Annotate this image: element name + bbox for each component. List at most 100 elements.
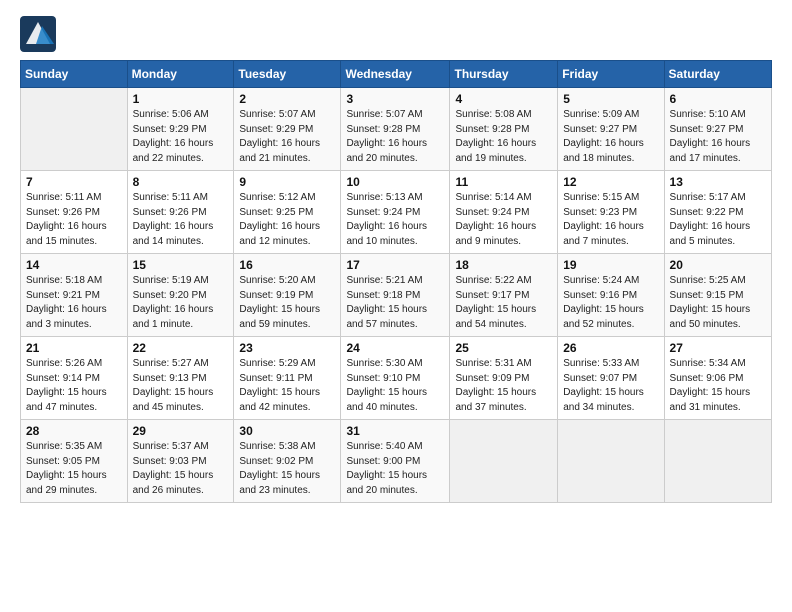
calendar-cell bbox=[21, 88, 128, 171]
day-number: 4 bbox=[455, 92, 552, 106]
calendar-week-row: 7 Sunrise: 5:11 AM Sunset: 9:26 PM Daylig… bbox=[21, 171, 772, 254]
calendar-cell: 26 Sunrise: 5:33 AM Sunset: 9:07 PM Dayli… bbox=[558, 337, 664, 420]
calendar-week-row: 21 Sunrise: 5:26 AM Sunset: 9:14 PM Dayli… bbox=[21, 337, 772, 420]
cell-info: Sunrise: 5:21 AM Sunset: 9:18 PM Dayligh… bbox=[346, 274, 444, 332]
cell-info: Sunrise: 5:37 AM Sunset: 9:03 PM Dayligh… bbox=[133, 440, 229, 498]
calendar-cell: 7 Sunrise: 5:11 AM Sunset: 9:26 PM Daylig… bbox=[21, 171, 128, 254]
weekday-header-tuesday: Tuesday bbox=[234, 61, 341, 88]
calendar-cell: 14 Sunrise: 5:18 AM Sunset: 9:21 PM Dayli… bbox=[21, 254, 128, 337]
weekday-header-friday: Friday bbox=[558, 61, 664, 88]
calendar-cell bbox=[450, 420, 558, 503]
day-number: 26 bbox=[563, 341, 658, 355]
cell-info: Sunrise: 5:10 AM Sunset: 9:27 PM Dayligh… bbox=[670, 108, 766, 166]
calendar-cell: 24Sunrise: 5:30 AM Sunset: 9:10 PM Dayli… bbox=[341, 337, 450, 420]
cell-info: Sunrise: 5:11 AM Sunset: 9:26 PM Dayligh… bbox=[133, 191, 229, 249]
day-number: 16 bbox=[239, 258, 335, 272]
day-number: 3 bbox=[346, 92, 444, 106]
calendar-cell bbox=[558, 420, 664, 503]
day-number: 2 bbox=[239, 92, 335, 106]
cell-info: Sunrise: 5:24 AM Sunset: 9:16 PM Dayligh… bbox=[563, 274, 658, 332]
weekday-header-wednesday: Wednesday bbox=[341, 61, 450, 88]
calendar-cell: 13 Sunrise: 5:17 AM Sunset: 9:22 PM Dayli… bbox=[664, 171, 771, 254]
calendar-cell: 28 Sunrise: 5:35 AM Sunset: 9:05 PM Dayli… bbox=[21, 420, 128, 503]
cell-info: Sunrise: 5:34 AM Sunset: 9:06 PM Dayligh… bbox=[670, 357, 766, 415]
day-number: 10 bbox=[346, 175, 444, 189]
calendar-week-row: 14 Sunrise: 5:18 AM Sunset: 9:21 PM Dayli… bbox=[21, 254, 772, 337]
day-number: 18 bbox=[455, 258, 552, 272]
day-number: 28 bbox=[26, 424, 122, 438]
day-number: 23 bbox=[239, 341, 335, 355]
calendar-cell: 21 Sunrise: 5:26 AM Sunset: 9:14 PM Dayli… bbox=[21, 337, 128, 420]
calendar-cell: 11 Sunrise: 5:14 AM Sunset: 9:24 PM Dayli… bbox=[450, 171, 558, 254]
calendar-cell: 4 Sunrise: 5:08 AM Sunset: 9:28 PM Daylig… bbox=[450, 88, 558, 171]
cell-info: Sunrise: 5:18 AM Sunset: 9:21 PM Dayligh… bbox=[26, 274, 122, 332]
calendar-cell: 17 Sunrise: 5:21 AM Sunset: 9:18 PM Dayli… bbox=[341, 254, 450, 337]
calendar-cell: 29 Sunrise: 5:37 AM Sunset: 9:03 PM Dayli… bbox=[127, 420, 234, 503]
day-number: 6 bbox=[670, 92, 766, 106]
day-number: 29 bbox=[133, 424, 229, 438]
day-number: 15 bbox=[133, 258, 229, 272]
cell-info: Sunrise: 5:13 AM Sunset: 9:24 PM Dayligh… bbox=[346, 191, 444, 249]
day-number: 7 bbox=[26, 175, 122, 189]
calendar-week-row: 1 Sunrise: 5:06 AM Sunset: 9:29 PM Daylig… bbox=[21, 88, 772, 171]
day-number: 30 bbox=[239, 424, 335, 438]
cell-info: Sunrise: 5:25 AM Sunset: 9:15 PM Dayligh… bbox=[670, 274, 766, 332]
calendar-cell: 19 Sunrise: 5:24 AM Sunset: 9:16 PM Dayli… bbox=[558, 254, 664, 337]
calendar-cell: 3 Sunrise: 5:07 AM Sunset: 9:28 PM Daylig… bbox=[341, 88, 450, 171]
cell-info: Sunrise: 5:35 AM Sunset: 9:05 PM Dayligh… bbox=[26, 440, 122, 498]
cell-info: Sunrise: 5:07 AM Sunset: 9:28 PM Dayligh… bbox=[346, 108, 444, 166]
cell-info: Sunrise: 5:31 AM Sunset: 9:09 PM Dayligh… bbox=[455, 357, 552, 415]
header bbox=[20, 16, 772, 52]
day-number: 1 bbox=[133, 92, 229, 106]
cell-info: Sunrise: 5:22 AM Sunset: 9:17 PM Dayligh… bbox=[455, 274, 552, 332]
calendar-cell: 30 Sunrise: 5:38 AM Sunset: 9:02 PM Dayli… bbox=[234, 420, 341, 503]
day-number: 25 bbox=[455, 341, 552, 355]
cell-info: Sunrise: 5:09 AM Sunset: 9:27 PM Dayligh… bbox=[563, 108, 658, 166]
calendar-table: SundayMondayTuesdayWednesdayThursdayFrid… bbox=[20, 60, 772, 503]
day-number: 17 bbox=[346, 258, 444, 272]
logo-icon bbox=[20, 16, 56, 52]
day-number: 14 bbox=[26, 258, 122, 272]
weekday-header-saturday: Saturday bbox=[664, 61, 771, 88]
cell-info: Sunrise: 5:26 AM Sunset: 9:14 PM Dayligh… bbox=[26, 357, 122, 415]
calendar-cell: 18 Sunrise: 5:22 AM Sunset: 9:17 PM Dayli… bbox=[450, 254, 558, 337]
calendar-cell: 20 Sunrise: 5:25 AM Sunset: 9:15 PM Dayli… bbox=[664, 254, 771, 337]
cell-info: Sunrise: 5:38 AM Sunset: 9:02 PM Dayligh… bbox=[239, 440, 335, 498]
calendar-cell: 12Sunrise: 5:15 AM Sunset: 9:23 PM Dayli… bbox=[558, 171, 664, 254]
calendar-cell: 16Sunrise: 5:20 AM Sunset: 9:19 PM Dayli… bbox=[234, 254, 341, 337]
calendar-week-row: 28 Sunrise: 5:35 AM Sunset: 9:05 PM Dayli… bbox=[21, 420, 772, 503]
calendar-cell: 10 Sunrise: 5:13 AM Sunset: 9:24 PM Dayli… bbox=[341, 171, 450, 254]
day-number: 20 bbox=[670, 258, 766, 272]
cell-info: Sunrise: 5:33 AM Sunset: 9:07 PM Dayligh… bbox=[563, 357, 658, 415]
calendar-cell: 6 Sunrise: 5:10 AM Sunset: 9:27 PM Daylig… bbox=[664, 88, 771, 171]
day-number: 11 bbox=[455, 175, 552, 189]
cell-info: Sunrise: 5:08 AM Sunset: 9:28 PM Dayligh… bbox=[455, 108, 552, 166]
day-number: 22 bbox=[133, 341, 229, 355]
cell-info: Sunrise: 5:12 AM Sunset: 9:25 PM Dayligh… bbox=[239, 191, 335, 249]
calendar-cell: 27 Sunrise: 5:34 AM Sunset: 9:06 PM Dayli… bbox=[664, 337, 771, 420]
calendar-cell: 31 Sunrise: 5:40 AM Sunset: 9:00 PM Dayli… bbox=[341, 420, 450, 503]
cell-info: Sunrise: 5:07 AM Sunset: 9:29 PM Dayligh… bbox=[239, 108, 335, 166]
cell-info: Sunrise: 5:27 AM Sunset: 9:13 PM Dayligh… bbox=[133, 357, 229, 415]
day-number: 9 bbox=[239, 175, 335, 189]
day-number: 19 bbox=[563, 258, 658, 272]
calendar-cell: 25 Sunrise: 5:31 AM Sunset: 9:09 PM Dayli… bbox=[450, 337, 558, 420]
cell-info: Sunrise: 5:19 AM Sunset: 9:20 PM Dayligh… bbox=[133, 274, 229, 332]
calendar-cell: 5 Sunrise: 5:09 AM Sunset: 9:27 PM Daylig… bbox=[558, 88, 664, 171]
calendar-cell: 15 Sunrise: 5:19 AM Sunset: 9:20 PM Dayli… bbox=[127, 254, 234, 337]
cell-info: Sunrise: 5:11 AM Sunset: 9:26 PM Dayligh… bbox=[26, 191, 122, 249]
cell-info: Sunrise: 5:17 AM Sunset: 9:22 PM Dayligh… bbox=[670, 191, 766, 249]
cell-info: Sunrise: 5:15 AM Sunset: 9:23 PM Dayligh… bbox=[563, 191, 658, 249]
calendar-header-row: SundayMondayTuesdayWednesdayThursdayFrid… bbox=[21, 61, 772, 88]
cell-info: Sunrise: 5:06 AM Sunset: 9:29 PM Dayligh… bbox=[133, 108, 229, 166]
day-number: 27 bbox=[670, 341, 766, 355]
cell-info: Sunrise: 5:40 AM Sunset: 9:00 PM Dayligh… bbox=[346, 440, 444, 498]
calendar-cell: 2 Sunrise: 5:07 AM Sunset: 9:29 PM Daylig… bbox=[234, 88, 341, 171]
calendar-cell: 23 Sunrise: 5:29 AM Sunset: 9:11 PM Dayli… bbox=[234, 337, 341, 420]
day-number: 21 bbox=[26, 341, 122, 355]
day-number: 13 bbox=[670, 175, 766, 189]
cell-info: Sunrise: 5:14 AM Sunset: 9:24 PM Dayligh… bbox=[455, 191, 552, 249]
day-number: 5 bbox=[563, 92, 658, 106]
day-number: 31 bbox=[346, 424, 444, 438]
cell-info: Sunrise: 5:29 AM Sunset: 9:11 PM Dayligh… bbox=[239, 357, 335, 415]
